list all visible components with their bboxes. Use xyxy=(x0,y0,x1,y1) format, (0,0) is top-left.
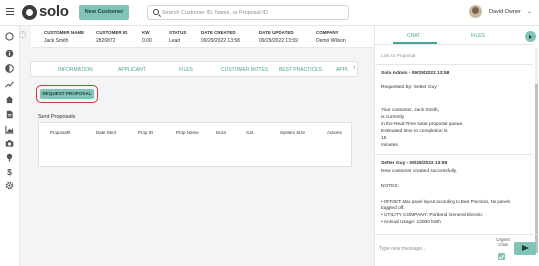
trend-icon[interactable] xyxy=(5,80,14,89)
svg-text:$: $ xyxy=(7,167,12,176)
search-icon xyxy=(153,9,159,15)
tab-customer-notes[interactable]: CUSTOMER NOTES xyxy=(221,67,268,73)
main-content: CUSTOMER NAME Jack Smith CUSTOMER ID 282… xyxy=(28,26,381,266)
tab-applicant-2[interactable]: APPL xyxy=(336,67,349,73)
info-customer-id: CUSTOMER ID 2826872 xyxy=(96,30,128,44)
info-date-created: DATE CREATED 09/29/2022 13:58 xyxy=(201,30,240,44)
user-name[interactable]: David Owner xyxy=(489,9,521,15)
column-header[interactable]: Prop ID xyxy=(138,130,153,135)
info-date-updated: DATE UPDATED 09/29/2022 13:59 xyxy=(259,30,298,44)
info-customer-name: CUSTOMER NAME Jack Smith xyxy=(44,30,85,44)
tab-applicant[interactable]: APPLICANT xyxy=(118,67,146,73)
message-line: is currently xyxy=(381,115,405,120)
message-line: Estimated time to completion is xyxy=(381,129,448,134)
sidebar: $ xyxy=(0,26,20,266)
divider xyxy=(375,44,533,45)
message-line: 15 xyxy=(381,136,387,141)
message-line: • UTILITY COMPANY: Portland General Elec… xyxy=(381,213,483,218)
collapse-chat-icon[interactable] xyxy=(525,31,536,42)
circle-icon[interactable] xyxy=(5,32,14,41)
message-line: minutes. xyxy=(381,143,400,148)
avatar[interactable] xyxy=(469,5,482,18)
logo-icon xyxy=(22,5,37,20)
sent-proposals-table: Proposal# Date Sent Prop ID Prop Name Do… xyxy=(38,122,352,167)
sidebar-collapse-button[interactable]: › xyxy=(19,31,26,38)
info-status: STATUS Lead xyxy=(169,30,187,44)
info-kw: KW 0.00 xyxy=(142,30,152,44)
gear-icon[interactable] xyxy=(5,181,14,190)
tab-files[interactable]: FILES xyxy=(179,67,193,73)
tab-chat[interactable]: CHAT xyxy=(407,33,420,39)
tabs-scroll-right-icon[interactable]: › xyxy=(353,65,355,71)
dollar-icon[interactable]: $ xyxy=(5,167,14,176)
message-header: Solo Admin - 09/29/2022 13:58 xyxy=(381,71,450,76)
message-header: Setter Guy - 09/29/2022 13:59 xyxy=(381,161,448,166)
tab-best-practices[interactable]: BEST PRACTICES xyxy=(279,67,322,73)
divider xyxy=(375,64,533,65)
message-line: Your customer, Jack Smith, xyxy=(381,108,439,113)
column-header[interactable]: Proposal# xyxy=(50,130,70,135)
info-company: COMPANY Demo Wilson xyxy=(316,30,346,44)
column-header[interactable]: Prop Name xyxy=(176,130,199,135)
message-line: • OFFSET: Max panel layout according to … xyxy=(381,199,511,204)
camera-icon[interactable] xyxy=(5,139,14,148)
message-line: toggled off. xyxy=(381,206,405,211)
chat-tabs: CHAT FILES xyxy=(383,26,503,44)
column-header[interactable]: Actions xyxy=(327,130,342,135)
column-header[interactable]: Cat xyxy=(246,130,253,135)
urgent-chat-checkbox[interactable] xyxy=(498,253,505,260)
customer-tabs: INFORMATION APPLICANT FILES CUSTOMER NOT… xyxy=(30,61,358,77)
document-icon[interactable] xyxy=(5,110,14,119)
sent-proposals-title: Sent Proposals xyxy=(38,114,76,120)
message-line: in the Real-Time solar proposal queue. xyxy=(381,122,464,127)
divider xyxy=(375,234,539,235)
tab-chat-files[interactable]: FILES xyxy=(471,33,485,39)
chat-message-input[interactable] xyxy=(379,239,483,259)
info-icon[interactable] xyxy=(5,49,14,58)
search-box xyxy=(147,5,349,20)
home-icon[interactable] xyxy=(5,95,14,104)
send-button[interactable] xyxy=(514,242,536,255)
column-header[interactable]: System Size xyxy=(280,130,305,135)
message-line: • Annual Usage: 12000 kWh xyxy=(381,220,441,225)
top-bar: solo New Customer David Owner ⌄ xyxy=(0,0,539,26)
link-to-proposal-select[interactable]: Link to Proposal xyxy=(381,54,415,59)
chat-panel: CHAT FILES Link to Proposal Solo Admin -… xyxy=(374,26,539,266)
column-header[interactable]: Docs xyxy=(216,130,226,135)
urgent-chat-label: Urgent Chat xyxy=(496,237,510,247)
logo-text: solo xyxy=(39,3,69,20)
customer-info-bar: CUSTOMER NAME Jack Smith CUSTOMER ID 282… xyxy=(31,26,381,48)
half-circle-icon[interactable] xyxy=(5,64,14,73)
chevron-down-icon[interactable]: ⌄ xyxy=(527,8,532,15)
search-input[interactable] xyxy=(162,7,346,18)
message-line: New customer created successfully. xyxy=(381,169,458,174)
chart-icon[interactable] xyxy=(5,125,14,134)
column-header[interactable]: Date Sent xyxy=(96,130,116,135)
hamburger-menu-icon[interactable] xyxy=(6,8,14,16)
message-line: NOTES: xyxy=(381,184,399,189)
message-line: Requested By: Setter Guy xyxy=(381,85,437,90)
tab-information[interactable]: INFORMATION xyxy=(58,67,93,73)
pin-icon[interactable] xyxy=(5,153,14,162)
request-proposal-button[interactable]: REQUEST PROPOSAL xyxy=(40,89,94,99)
scroll-thumb[interactable] xyxy=(535,84,538,253)
chat-scrollbar[interactable] xyxy=(535,48,538,253)
new-customer-button[interactable]: New Customer xyxy=(79,5,129,20)
divider xyxy=(375,154,533,155)
